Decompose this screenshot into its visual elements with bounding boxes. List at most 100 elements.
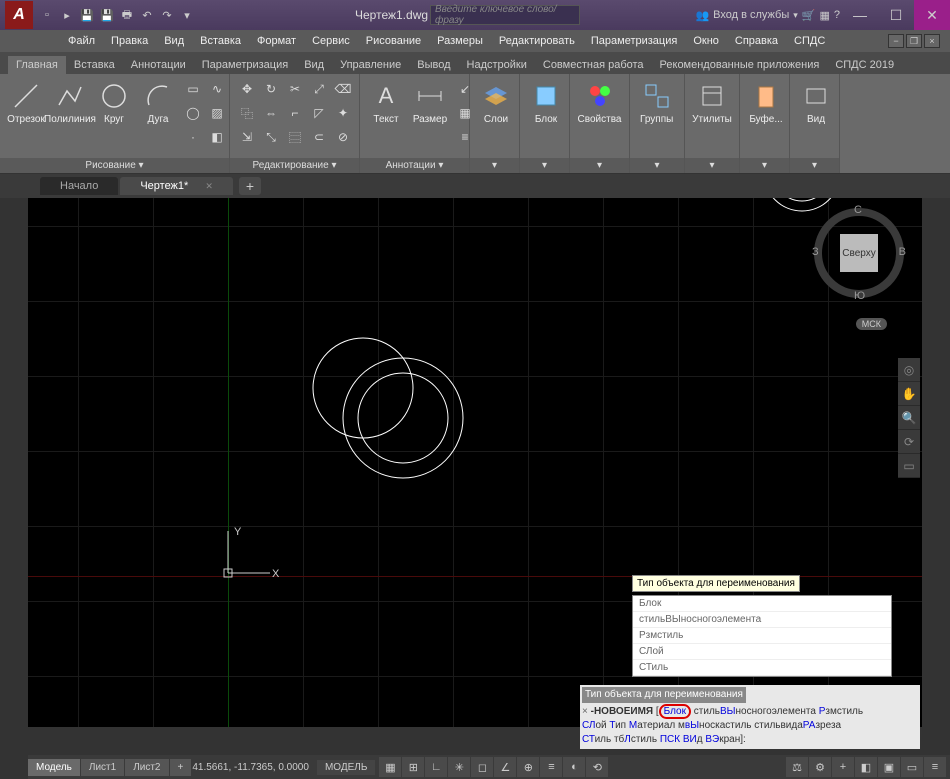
- viewcube-top[interactable]: Сверху: [840, 234, 878, 272]
- command-option-highlighted[interactable]: Блок: [659, 704, 691, 719]
- panel-modify-title[interactable]: Редактирование ▾: [230, 158, 359, 173]
- nav-zoom-icon[interactable]: 🔍: [898, 406, 920, 430]
- polyline-button[interactable]: Полилиния: [50, 78, 90, 127]
- menu-modify[interactable]: Редактировать: [491, 33, 583, 49]
- stretch-icon[interactable]: ⇲: [236, 126, 258, 148]
- status-tab-layout2[interactable]: Лист2: [125, 759, 168, 776]
- offset-icon[interactable]: ⊂: [308, 126, 330, 148]
- viewcube-east[interactable]: В: [899, 246, 906, 258]
- tab-collaborate[interactable]: Совместная работа: [535, 56, 652, 74]
- menu-spds[interactable]: СПДС: [786, 33, 833, 49]
- menu-tools[interactable]: Сервис: [304, 33, 358, 49]
- menu-parametric[interactable]: Параметризация: [583, 33, 685, 49]
- array-icon[interactable]: ⿳: [284, 126, 306, 148]
- mirror-icon[interactable]: ⇔: [260, 102, 282, 124]
- extend-icon[interactable]: ⤢: [308, 78, 330, 100]
- point-icon[interactable]: ·: [182, 126, 204, 148]
- doc-restore-button[interactable]: ❐: [906, 34, 922, 48]
- clipboard-button[interactable]: Буфе...: [746, 78, 786, 127]
- people-icon[interactable]: 👥: [695, 9, 709, 22]
- menu-insert[interactable]: Вставка: [192, 33, 249, 49]
- tab-parametric[interactable]: Параметризация: [194, 56, 296, 74]
- dyn-toggle-icon[interactable]: ⊕: [517, 757, 539, 777]
- tab-add-button[interactable]: +: [239, 177, 261, 195]
- nav-showmotion-icon[interactable]: ▭: [898, 454, 920, 478]
- open-icon[interactable]: ▸: [58, 6, 76, 24]
- search-input[interactable]: Введите ключевое слово/фразу: [430, 5, 580, 25]
- menu-dimension[interactable]: Размеры: [429, 33, 491, 49]
- command-line[interactable]: Тип объекта для переименования × -НОВОЕИ…: [580, 685, 920, 749]
- erase-icon[interactable]: ⌫: [332, 78, 354, 100]
- chamfer-icon[interactable]: ◸: [308, 102, 330, 124]
- properties-button[interactable]: Свойства: [576, 78, 623, 127]
- break-icon[interactable]: ⊘: [332, 126, 354, 148]
- circle-button[interactable]: Круг: [94, 78, 134, 127]
- polar-toggle-icon[interactable]: ✳: [448, 757, 470, 777]
- list-item[interactable]: Блок: [633, 596, 891, 612]
- menu-view[interactable]: Вид: [156, 33, 192, 49]
- menu-window[interactable]: Окно: [685, 33, 727, 49]
- workspace-icon[interactable]: ⚙: [809, 757, 831, 777]
- tab-featured[interactable]: Рекомендованные приложения: [652, 56, 828, 74]
- status-tab-add[interactable]: +: [170, 759, 192, 776]
- move-icon[interactable]: ✥: [236, 78, 258, 100]
- hardware-icon[interactable]: ▣: [878, 757, 900, 777]
- fillet-icon[interactable]: ⌐: [284, 102, 306, 124]
- scale-icon[interactable]: ⤡: [260, 126, 282, 148]
- osnap-toggle-icon[interactable]: ◻: [471, 757, 493, 777]
- customize-icon[interactable]: ≡: [924, 757, 946, 777]
- nav-pan-icon[interactable]: ✋: [898, 382, 920, 406]
- list-item[interactable]: СЛой: [633, 644, 891, 660]
- status-tab-layout1[interactable]: Лист1: [81, 759, 124, 776]
- tab-close-icon[interactable]: ✕: [205, 181, 213, 191]
- wcs-label[interactable]: МСК: [856, 318, 887, 330]
- qat-dropdown-icon[interactable]: ▾: [178, 6, 196, 24]
- text-button[interactable]: AТекст: [366, 78, 406, 127]
- drawing-canvas[interactable]: Y X Сверху С Ю В З МСК ◎ ✋ 🔍 ⟳ ▭ Тип объ…: [28, 198, 922, 727]
- new-icon[interactable]: ▫: [38, 6, 56, 24]
- snap-toggle-icon[interactable]: ⊞: [402, 757, 424, 777]
- tab-insert[interactable]: Вставка: [66, 56, 123, 74]
- viewcube-west[interactable]: З: [812, 246, 819, 258]
- list-item[interactable]: стильВЫносногоэлемента: [633, 612, 891, 628]
- lwt-toggle-icon[interactable]: ≡: [540, 757, 562, 777]
- tab-view[interactable]: Вид: [296, 56, 332, 74]
- status-tab-model[interactable]: Модель: [28, 759, 80, 776]
- close-button[interactable]: ✕: [914, 0, 950, 30]
- rotate-icon[interactable]: ↻: [260, 78, 282, 100]
- region-icon[interactable]: ◧: [206, 126, 228, 148]
- tab-drawing1[interactable]: Чертеж1* ✕: [120, 177, 233, 195]
- plot-icon[interactable]: 🖶: [118, 6, 136, 24]
- cleanscreen-icon[interactable]: ▭: [901, 757, 923, 777]
- app-icon[interactable]: ▦: [819, 9, 829, 22]
- list-item[interactable]: Рзмстиль: [633, 628, 891, 644]
- grid-toggle-icon[interactable]: ▦: [379, 757, 401, 777]
- login-link[interactable]: Вход в службы: [713, 9, 789, 21]
- redo-icon[interactable]: ↷: [158, 6, 176, 24]
- list-item[interactable]: СТиль: [633, 660, 891, 676]
- transparency-icon[interactable]: ◐: [563, 757, 585, 777]
- help-icon[interactable]: ?: [834, 9, 840, 21]
- hatch-icon[interactable]: ▨: [206, 102, 228, 124]
- tab-annotate[interactable]: Аннотации: [123, 56, 194, 74]
- panel-annot-title[interactable]: Аннотации ▾: [360, 158, 469, 173]
- menu-draw[interactable]: Рисование: [358, 33, 429, 49]
- utilities-button[interactable]: Утилиты: [691, 78, 733, 127]
- otrack-toggle-icon[interactable]: ∠: [494, 757, 516, 777]
- viewcube-north[interactable]: С: [854, 204, 862, 216]
- maximize-button[interactable]: ☐: [878, 0, 914, 30]
- layers-button[interactable]: Слои: [476, 78, 516, 127]
- model-space-button[interactable]: МОДЕЛЬ: [317, 760, 375, 775]
- viewcube[interactable]: Сверху С Ю В З: [814, 208, 904, 298]
- tab-addins[interactable]: Надстройки: [459, 56, 535, 74]
- spline-icon[interactable]: ∿: [206, 78, 228, 100]
- tab-spds[interactable]: СПДС 2019: [827, 56, 902, 74]
- minimize-button[interactable]: —: [842, 0, 878, 30]
- viewcube-south[interactable]: Ю: [854, 290, 865, 302]
- tab-output[interactable]: Вывод: [409, 56, 458, 74]
- exchange-icon[interactable]: 🛒: [802, 9, 816, 22]
- ellipse-icon[interactable]: ◯: [182, 102, 204, 124]
- saveas-icon[interactable]: 💾: [98, 6, 116, 24]
- view-button[interactable]: Вид: [796, 78, 836, 127]
- tab-manage[interactable]: Управление: [332, 56, 409, 74]
